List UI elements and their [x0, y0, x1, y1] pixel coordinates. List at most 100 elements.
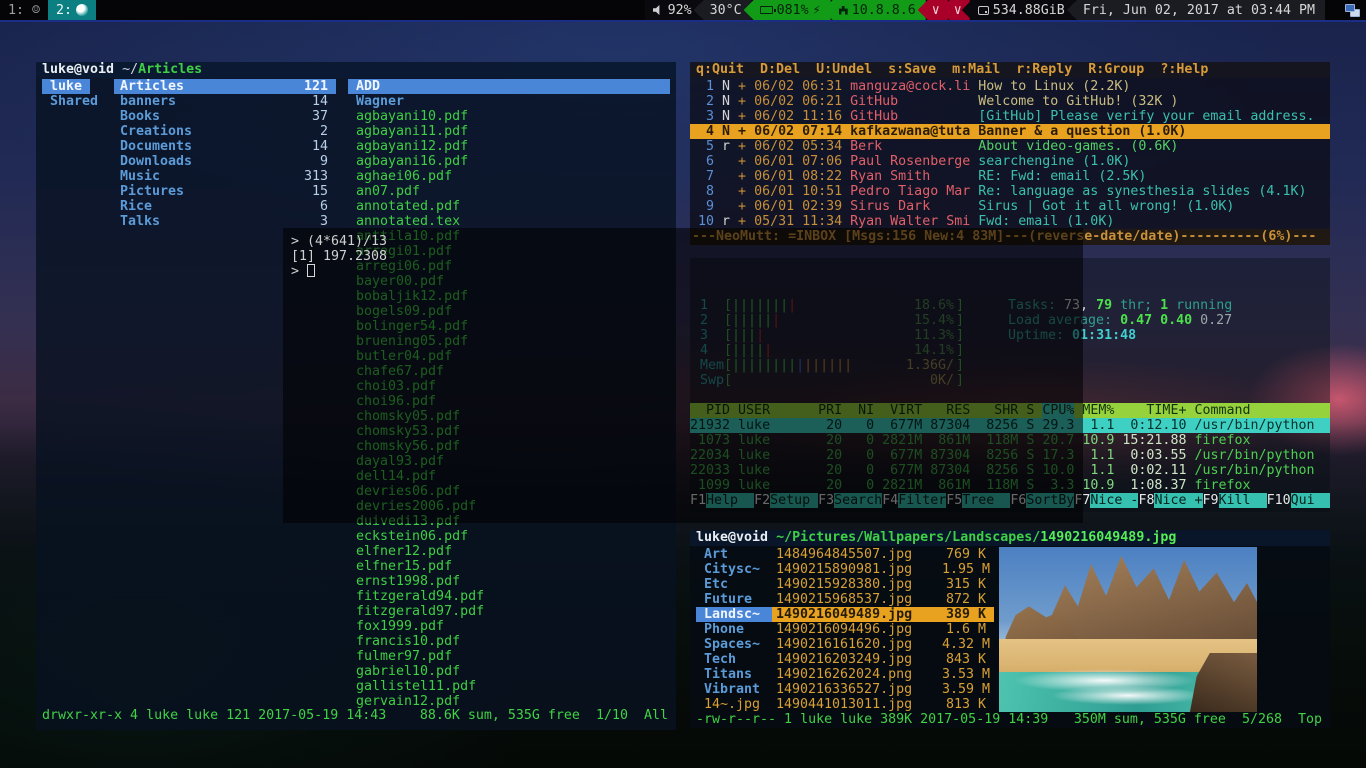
sibling-dir: Citysc~ [696, 562, 772, 577]
workspace-2-button[interactable]: 2: [48, 0, 96, 20]
directory-item[interactable]: Music313 [114, 169, 336, 184]
message-row[interactable]: 6 + 06/01 07:06 Paul Rosenberge searchen… [690, 154, 1330, 169]
file-item[interactable]: fulmer97.pdf [348, 649, 670, 664]
parent-dir-item[interactable]: Shared [42, 94, 106, 109]
file-row[interactable]: Vibrant1490216336527.jpg3.59 M [690, 682, 1020, 697]
message-row[interactable]: 9 + 06/01 02:39 Sirus Dark Sirus | Got i… [690, 199, 1330, 214]
message-row[interactable]: 2 N + 06/02 06:21 GitHub Welcome to GitH… [690, 94, 1330, 109]
file-size: 843 K [942, 652, 994, 667]
battery-segment: 081% ⚡ [744, 0, 831, 20]
message-row[interactable]: 5 r + 06/02 05:34 Berk About video-games… [690, 139, 1330, 154]
sibling-dir: Spaces~ [696, 637, 772, 652]
message-sender: kafkazwana@tuta [850, 124, 978, 139]
hostname-label: luke@void [42, 62, 114, 77]
directory-item[interactable]: Pictures15 [114, 184, 336, 199]
file-item[interactable]: ernst1998.pdf [348, 574, 670, 589]
file-name: 1490215890981.jpg [772, 562, 942, 577]
message-sender: Ryan Smith [850, 169, 978, 184]
chevron-down-icon: ∨ [954, 3, 962, 18]
file-item[interactable]: gabriel10.pdf [348, 664, 670, 679]
battery-icon [760, 6, 773, 14]
file-row[interactable]: Spaces~1490216161620.jpg4.32 M [690, 637, 1020, 652]
file-item[interactable]: agbayani16.pdf [348, 154, 670, 169]
workspace-1-button[interactable]: 1: ☺ [0, 0, 48, 20]
fkey-nice--button[interactable]: Nice + [1154, 493, 1202, 508]
file-row[interactable]: 14~.jpg1490441013011.jpg813 K [690, 697, 1020, 712]
message-row[interactable]: 4 N + 06/02 07:14 kafkazwana@tuta Banner… [690, 124, 1330, 139]
file-row[interactable]: Landsc~1490216049489.jpg389 K [690, 607, 1020, 622]
message-sender: Sirus Dark [850, 199, 978, 214]
ranger-title: luke@void ~/Articles [36, 62, 676, 78]
message-row[interactable]: 1 N + 06/02 06:31 manguza@cock.li How to… [690, 79, 1330, 94]
chevron-down-icon: ∨ [932, 3, 940, 18]
directory-item[interactable]: Rice6 [114, 199, 336, 214]
file-permissions: -rw-r--r-- 1 luke luke 389K 2017-05-19 1… [696, 712, 1048, 728]
file-row[interactable]: Citysc~1490215890981.jpg1.95 M [690, 562, 1020, 577]
file-item[interactable]: aghaei06.pdf [348, 169, 670, 184]
file-item[interactable]: fox1999.pdf [348, 619, 670, 634]
file-item[interactable]: fitzgerald94.pdf [348, 589, 670, 604]
file-item[interactable]: gervain12.pdf [348, 694, 670, 709]
file-name: 1490215968537.jpg [772, 592, 942, 607]
directory-item[interactable]: Documents14 [114, 139, 336, 154]
directory-item[interactable]: Articles121 [114, 79, 336, 94]
directory-item[interactable]: Creations2 [114, 124, 336, 139]
directory-item[interactable]: Books37 [114, 109, 336, 124]
directory-item[interactable]: Talks3 [114, 214, 336, 229]
file-item[interactable]: agbayani10.pdf [348, 109, 670, 124]
file-row[interactable]: Etc1490215928380.jpg315 K [690, 577, 1020, 592]
message-row[interactable]: 10 r + 05/31 11:34 Ryan Walter Smi Fwd: … [690, 214, 1330, 229]
file-item[interactable]: agbayani12.pdf [348, 139, 670, 154]
message-subject: Banner & a question (1.0K) [978, 124, 1186, 139]
temperature-value: 30°C [710, 3, 742, 18]
file-item[interactable]: eckstein06.pdf [348, 529, 670, 544]
file-item[interactable]: fitzgerald97.pdf [348, 604, 670, 619]
dir-summary: 88.6K sum, 535G free 1/10 All [420, 708, 668, 724]
message-row[interactable]: 8 + 06/01 10:51 Pedro Tiago Mar Re: lang… [690, 184, 1330, 199]
file-item[interactable]: elfner15.pdf [348, 559, 670, 574]
file-item[interactable]: francis10.pdf [348, 634, 670, 649]
file-item[interactable]: an07.pdf [348, 184, 670, 199]
disk-icon [978, 6, 989, 15]
sibling-dir: Landsc~ [696, 607, 772, 622]
message-sender: Ryan Walter Smi [850, 214, 978, 229]
workspace-2-label: 2: [56, 3, 72, 18]
file-size: 1.95 M [942, 562, 994, 577]
fkey-nice--button[interactable]: Nice - [1090, 493, 1138, 508]
file-item[interactable]: annotated.pdf [348, 199, 670, 214]
tray-network-icon[interactable] [1345, 4, 1360, 17]
speaker-icon [653, 5, 664, 15]
fkey-kill-button[interactable]: Kill [1219, 493, 1267, 508]
file-item[interactable]: Wagner [348, 94, 670, 109]
file-row[interactable]: Future1490215968537.jpg872 K [690, 592, 1020, 607]
file-row[interactable]: Art1484964845507.jpg769 K [690, 547, 1020, 562]
plug-icon: ⚡ [813, 3, 821, 18]
file-row[interactable]: Phone1490216094496.jpg1.6 M [690, 622, 1020, 637]
file-row[interactable]: Tech1490216203249.jpg843 K [690, 652, 1020, 667]
file-size: 389 K [942, 607, 994, 622]
file-item[interactable]: elfner12.pdf [348, 544, 670, 559]
parent-column: luke Shared [42, 79, 106, 109]
ranger-status-bar: -rw-r--r-- 1 luke luke 389K 2017-05-19 1… [690, 712, 1330, 728]
dir-summary: 350M sum, 535G free 5/268 Top [1074, 712, 1322, 728]
message-row[interactable]: 3 N + 06/02 11:16 GitHub [GitHub] Please… [690, 109, 1330, 124]
file-item[interactable]: ADD [348, 79, 670, 94]
file-item[interactable]: annotated.tex [348, 214, 670, 229]
parent-dir-item[interactable]: luke [42, 79, 106, 94]
image-preview [999, 547, 1257, 712]
message-row[interactable]: 7 + 06/01 08:22 Ryan Smith RE: Fwd: emai… [690, 169, 1330, 184]
fkey-label: F9 [1203, 493, 1219, 508]
directory-item[interactable]: Downloads9 [114, 154, 336, 169]
file-item[interactable]: agbayani11.pdf [348, 124, 670, 139]
scratchpad-terminal[interactable]: > (4*641)/13 [1] 197.2308 > [283, 228, 1083, 523]
terminal-cursor [307, 264, 315, 277]
fkey-label: F10 [1267, 493, 1291, 508]
directory-item[interactable]: banners14 [114, 94, 336, 109]
terminal-prompt-line[interactable]: > [291, 264, 1083, 279]
fkey-qui-button[interactable]: Qui [1291, 493, 1330, 508]
message-subject: searchengine (1.0K) [978, 154, 1130, 169]
file-item[interactable]: gallistel11.pdf [348, 679, 670, 694]
sibling-dir: Vibrant [696, 682, 772, 697]
file-row[interactable]: Titans1490216262024.png3.53 M [690, 667, 1020, 682]
file-name: 1490216094496.jpg [772, 622, 942, 637]
